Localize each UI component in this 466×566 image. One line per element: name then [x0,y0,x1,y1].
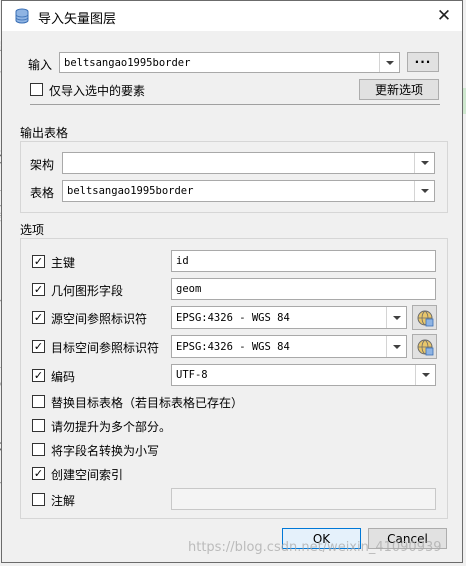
primary-key-checkbox[interactable]: ✓ [32,255,45,268]
close-button[interactable]: ✕ [430,3,458,29]
check-icon: ✓ [33,340,44,353]
schema-label: 架构 [30,158,55,172]
encoding-combo[interactable]: UTF-8 [171,364,436,386]
check-icon: ✓ [33,311,44,324]
spatial-index-label: 创建空间索引 [51,468,124,482]
encoding-label: 编码 [51,370,76,384]
check-icon: ✓ [33,255,44,268]
primary-key-value: id [176,255,189,267]
target-srid-label: 目标空间参照标识符 [51,341,160,355]
source-crs-select-button[interactable] [412,305,437,330]
watermark-text: https://blog.csdn.net/weixin_41090939 [188,540,442,555]
check-icon: ✓ [33,369,44,382]
primary-key-label: 主键 [51,256,76,270]
input-label: 输入 [28,58,53,72]
lowercase-checkbox[interactable] [32,443,45,456]
source-srid-checkbox[interactable]: ✓ [32,311,45,324]
target-crs-select-button[interactable] [412,334,437,359]
primary-key-input[interactable]: id [171,250,436,272]
spatial-index-checkbox[interactable]: ✓ [32,467,45,480]
target-srid-combo[interactable]: EPSG:4326 - WGS 84 [171,335,407,358]
chevron-down-icon [386,307,406,328]
globe-icon [417,339,433,355]
dialog-title: 导入矢量图层 [38,12,117,27]
comment-label: 注解 [51,494,76,508]
encoding-checkbox[interactable]: ✓ [32,369,45,382]
geometry-field-checkbox[interactable]: ✓ [32,283,45,296]
title-bar[interactable]: 导入矢量图层 ✕ [2,1,462,31]
chevron-down-icon [379,53,399,72]
encoding-value: UTF-8 [176,369,208,381]
check-icon: ✓ [33,283,44,296]
chevron-down-icon [414,153,434,173]
target-srid-value: EPSG:4326 - WGS 84 [176,340,290,353]
source-srid-label: 源空间参照标识符 [51,312,148,326]
no-multi-label: 请勿提升为多个部分。 [51,420,172,434]
import-vector-layer-dialog: 导入矢量图层 ✕ 输入 beltsangao1995border ··· 仅导入… [1,0,463,563]
close-icon: ✕ [436,6,452,26]
target-srid-checkbox[interactable]: ✓ [32,340,45,353]
geometry-field-input[interactable]: geom [171,278,436,300]
only-selected-label: 仅导入选中的要素 [49,84,146,98]
replace-table-label: 替换目标表格（若目标表格已存在） [51,396,244,410]
ellipsis-icon: ··· [414,55,432,69]
output-table-heading: 输出表格 [20,126,69,140]
update-options-label: 更新选项 [374,83,423,97]
input-layer-value: beltsangao1995border [64,56,191,69]
table-combo[interactable]: beltsangao1995border [62,180,435,202]
separator [30,104,440,105]
geometry-field-value: geom [176,283,202,295]
table-label: 表格 [30,186,55,200]
source-srid-combo[interactable]: EPSG:4326 - WGS 84 [171,306,407,329]
replace-table-checkbox[interactable] [32,395,45,408]
comment-checkbox[interactable] [32,493,45,506]
chevron-down-icon [386,336,406,357]
check-icon: ✓ [33,467,44,480]
chevron-down-icon [414,181,434,201]
no-multi-checkbox[interactable] [32,419,45,432]
geometry-field-label: 几何图形字段 [51,284,124,298]
chevron-down-icon [415,365,435,385]
update-options-button[interactable]: 更新选项 [359,79,439,100]
comment-input[interactable] [171,488,436,510]
table-value: beltsangao1995border [67,185,194,197]
lowercase-label: 将字段名转换为小写 [51,444,160,458]
source-srid-value: EPSG:4326 - WGS 84 [176,311,290,324]
input-layer-combo[interactable]: beltsangao1995border [59,52,400,73]
only-selected-checkbox[interactable] [30,83,43,96]
globe-icon [417,310,433,326]
options-heading: 选项 [20,223,45,237]
schema-combo[interactable] [62,152,435,174]
database-icon [14,8,30,27]
browse-button[interactable]: ··· [407,52,439,72]
